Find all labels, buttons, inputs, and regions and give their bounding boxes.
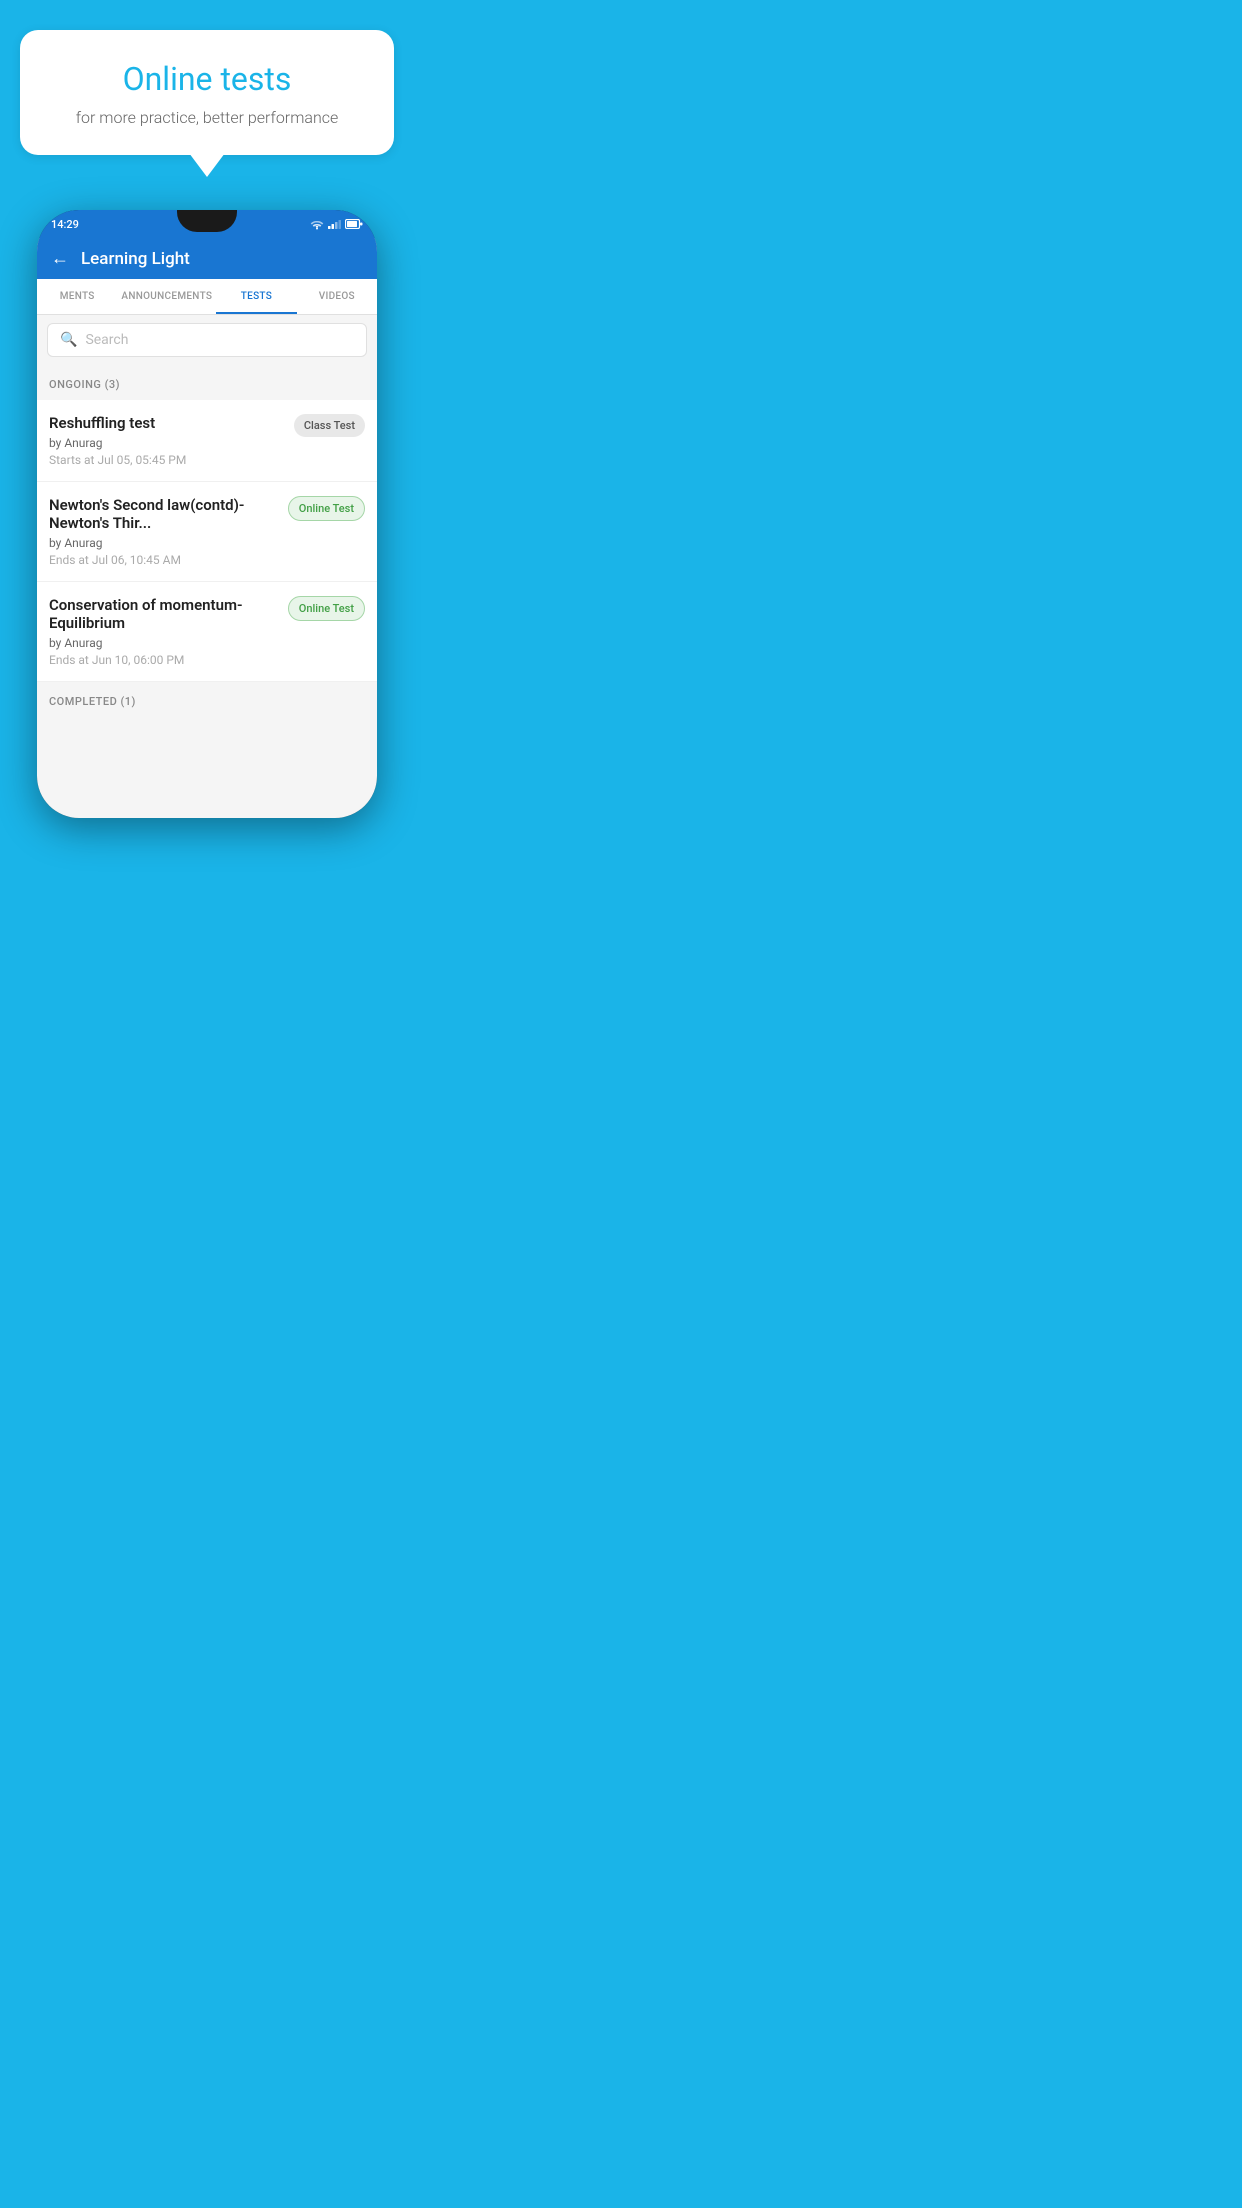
speech-bubble: Online tests for more practice, better p… [20, 30, 394, 155]
test-time-1: Starts at Jul 05, 05:45 PM [49, 453, 284, 467]
app-header: ← Learning Light [37, 238, 377, 279]
ongoing-label: ONGOING (3) [49, 378, 120, 391]
search-input[interactable]: Search [85, 332, 128, 348]
test-name-3: Conservation of momentum-Equilibrium [49, 596, 278, 632]
back-button[interactable]: ← [51, 248, 69, 269]
test-info-3: Conservation of momentum-Equilibrium by … [49, 596, 278, 667]
tab-announcements[interactable]: ANNOUNCEMENTS [117, 279, 216, 314]
test-info-1: Reshuffling test by Anurag Starts at Jul… [49, 414, 284, 467]
test-author-2: by Anurag [49, 536, 278, 550]
wifi-icon [310, 219, 324, 230]
test-list: Reshuffling test by Anurag Starts at Jul… [37, 400, 377, 682]
bubble-title: Online tests [48, 60, 366, 98]
status-bar: 14:29 [37, 210, 377, 238]
tab-videos[interactable]: VIDEOS [297, 279, 377, 314]
tab-ments[interactable]: MENTS [37, 279, 117, 314]
completed-label: COMPLETED (1) [49, 695, 136, 708]
test-name-2: Newton's Second law(contd)-Newton's Thir… [49, 496, 278, 532]
battery-icon [345, 219, 363, 229]
phone-wrapper: 14:29 [37, 210, 377, 818]
test-author-3: by Anurag [49, 636, 278, 650]
test-author-1: by Anurag [49, 436, 284, 450]
speech-bubble-container: Online tests for more practice, better p… [0, 0, 414, 155]
phone-screen: ← Learning Light MENTS ANNOUNCEMENTS TES… [37, 238, 377, 818]
signal-icon [328, 219, 341, 229]
status-icons [310, 219, 363, 230]
bubble-subtitle: for more practice, better performance [48, 108, 366, 127]
test-item-2[interactable]: Newton's Second law(contd)-Newton's Thir… [37, 482, 377, 582]
badge-online-test-3: Online Test [288, 596, 365, 621]
app-title: Learning Light [81, 249, 190, 269]
tabs-bar: MENTS ANNOUNCEMENTS TESTS VIDEOS [37, 279, 377, 315]
ongoing-section-header: ONGOING (3) [37, 365, 377, 400]
search-box[interactable]: 🔍 Search [47, 323, 367, 357]
search-icon: 🔍 [60, 332, 77, 348]
phone-outer: 14:29 [37, 210, 377, 818]
test-name-1: Reshuffling test [49, 414, 284, 432]
tab-tests[interactable]: TESTS [216, 279, 296, 314]
test-item-1[interactable]: Reshuffling test by Anurag Starts at Jul… [37, 400, 377, 482]
test-time-3: Ends at Jun 10, 06:00 PM [49, 653, 278, 667]
test-info-2: Newton's Second law(contd)-Newton's Thir… [49, 496, 278, 567]
test-item-3[interactable]: Conservation of momentum-Equilibrium by … [37, 582, 377, 682]
badge-class-test-1: Class Test [294, 414, 365, 437]
notch [177, 210, 237, 232]
badge-online-test-2: Online Test [288, 496, 365, 521]
search-container: 🔍 Search [37, 315, 377, 365]
test-time-2: Ends at Jul 06, 10:45 AM [49, 553, 278, 567]
completed-section-header: COMPLETED (1) [37, 682, 377, 717]
status-time: 14:29 [51, 218, 79, 231]
